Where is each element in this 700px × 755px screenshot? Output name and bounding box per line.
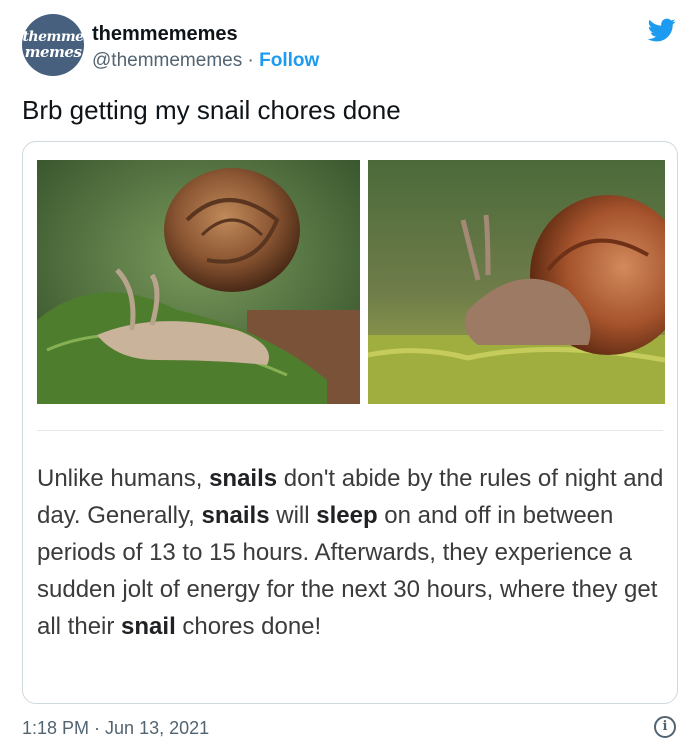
- tweet-header: themme memes themmememes @themmememes · …: [22, 14, 678, 78]
- snail-on-moss-image: [368, 160, 665, 404]
- handle-line: @themmememes · Follow: [92, 48, 319, 74]
- info-icon[interactable]: i: [654, 716, 676, 738]
- avatar-text-line2: memes: [24, 43, 82, 61]
- caption-text: Unlike humans,: [37, 465, 210, 492]
- caption-bold-text: sleep: [316, 502, 378, 529]
- snail-photo-left[interactable]: [37, 160, 360, 404]
- twitter-bird-icon[interactable]: [646, 16, 678, 44]
- author-info: themmememes @themmememes · Follow: [92, 22, 319, 74]
- follow-button[interactable]: Follow: [259, 50, 319, 71]
- caption-bold-text: snail: [121, 613, 176, 640]
- handle-separator: ·: [242, 50, 260, 71]
- image-caption: Unlike humans, snails don't abide by the…: [37, 460, 667, 645]
- snail-photo-right[interactable]: [368, 160, 665, 404]
- timestamp-separator: ·: [89, 718, 106, 738]
- handle[interactable]: @themmememes: [92, 50, 242, 71]
- snail-on-leaf-image: [37, 160, 360, 404]
- card-divider: [37, 430, 663, 431]
- caption-text: chores done!: [175, 613, 322, 640]
- tweet-time: 1:18 PM: [22, 718, 90, 738]
- caption-bold-text: snails: [209, 465, 278, 492]
- caption-bold-text: snails: [201, 502, 270, 529]
- tweet-media-card[interactable]: Unlike humans, snails don't abide by the…: [22, 141, 678, 704]
- tweet-text: Brb getting my snail chores done: [22, 95, 401, 125]
- display-name[interactable]: themmememes: [92, 22, 319, 46]
- tweet-timestamp[interactable]: 1:18 PM · Jun 13, 2021: [22, 718, 209, 739]
- caption-text: will: [269, 502, 317, 529]
- tweet-date: Jun 13, 2021: [105, 718, 210, 738]
- avatar[interactable]: themme memes: [22, 14, 84, 76]
